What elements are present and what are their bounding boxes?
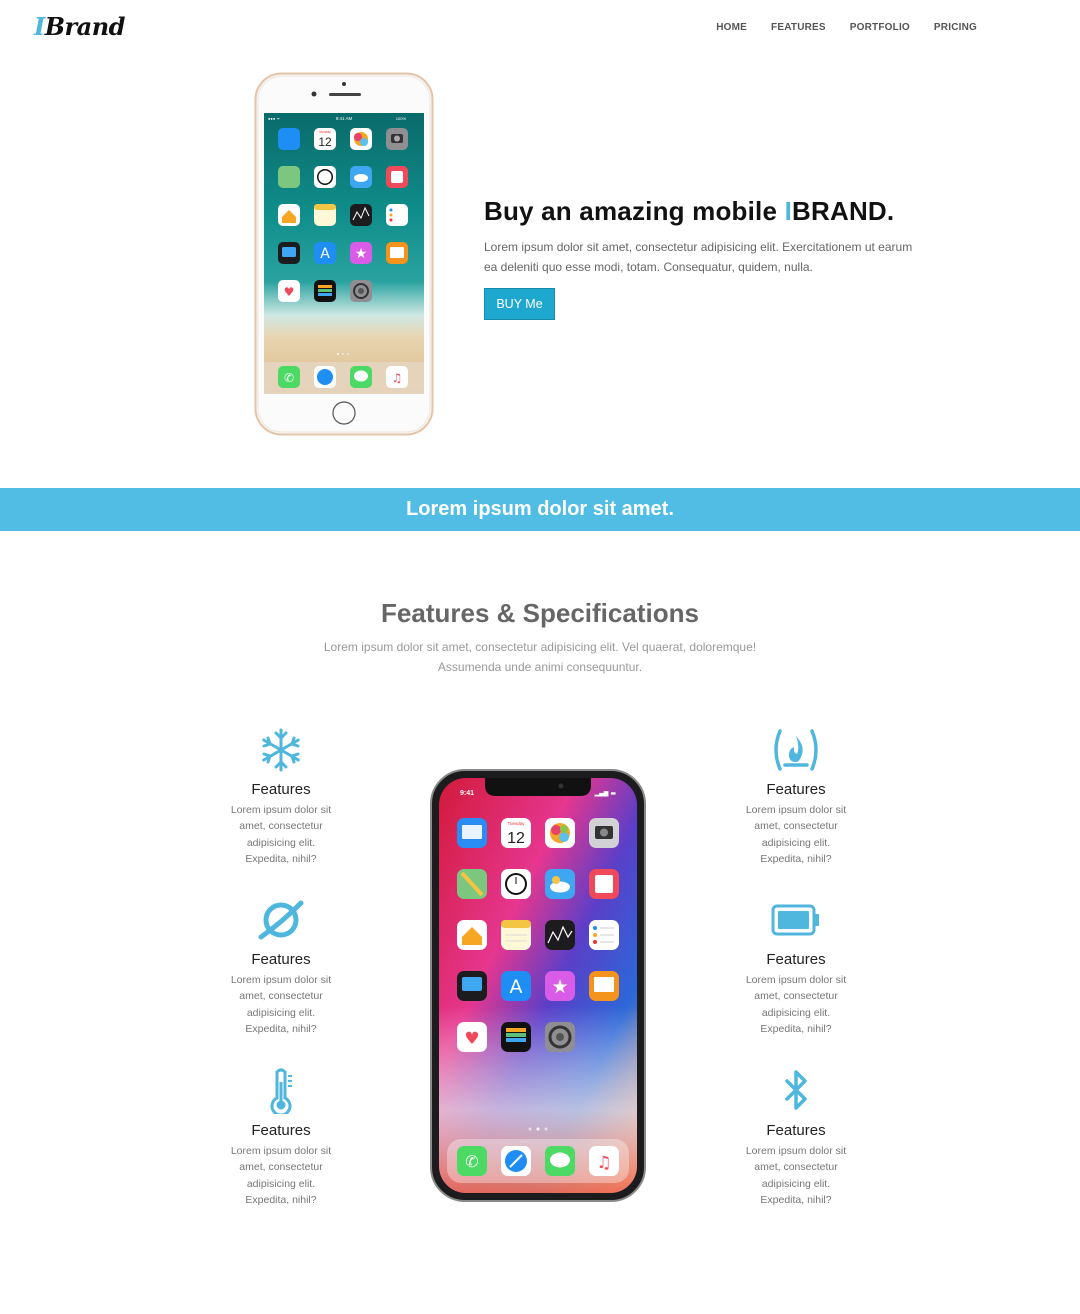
svg-text:♫: ♫ <box>392 371 403 385</box>
svg-text:●●● ᯤ: ●●● ᯤ <box>268 116 280 121</box>
feature-item: Features Lorem ipsum dolor sit amet, con… <box>726 1068 866 1208</box>
features-title: Features & Specifications <box>381 598 699 628</box>
features-subtitle: Lorem ipsum dolor sit amet, consectetur … <box>323 640 757 674</box>
svg-text:Tuesday: Tuesday <box>507 821 525 826</box>
feature-name: Features <box>766 1122 826 1139</box>
banner-text: Lorem ipsum dolor sit amet. <box>406 498 674 520</box>
navbar: IBrand HOME FEATURES PORTFOLIO PRICING <box>0 0 1080 58</box>
svg-text:100%: 100% <box>396 116 407 121</box>
hero-title-accent: I <box>784 196 793 226</box>
battery-full-icon <box>771 904 819 936</box>
svg-text:♫: ♫ <box>596 1153 611 1173</box>
feature-name: Features <box>251 781 311 798</box>
feature-description: Lorem ipsum dolor sit amet, consectetur … <box>745 974 847 1035</box>
feature-item: Features Lorem ipsum dolor sit amet, con… <box>726 727 866 867</box>
brand-logo[interactable]: IBrand <box>34 12 125 41</box>
nav-link-features[interactable]: FEATURES <box>771 22 826 33</box>
svg-text:★: ★ <box>355 246 368 262</box>
hero-phone-image: ●●● ᯤ 9:41 AM 100% Monday 12 A ★ ♥ ✆ ♫ <box>254 72 434 436</box>
announcement-banner: Lorem ipsum dolor sit amet. <box>0 488 1080 531</box>
feature-phone-image: 9:41 ▂▄▆ ▬ Tuesday 12 A ★ ♥ ✆ ♫ <box>430 769 646 1202</box>
svg-text:✆: ✆ <box>284 371 294 385</box>
hero-description: Lorem ipsum dolor sit amet, consectetur … <box>484 240 913 274</box>
feature-description: Lorem ipsum dolor sit amet, consectetur … <box>745 1145 847 1206</box>
hero-title: Buy an amazing mobile IBRAND. <box>484 196 914 227</box>
thermometer-icon <box>270 1068 292 1114</box>
feature-name: Features <box>251 951 311 968</box>
feature-name: Features <box>766 781 826 798</box>
svg-text:Monday: Monday <box>319 130 331 134</box>
buy-me-button[interactable]: BUY Me <box>484 288 555 320</box>
hero-title-brand: BRAND. <box>792 196 895 226</box>
hero-text-block: Buy an amazing mobile IBRAND. Lorem ipsu… <box>484 196 914 320</box>
fire-icon <box>774 729 818 771</box>
feature-description: Lorem ipsum dolor sit amet, consectetur … <box>230 974 332 1035</box>
svg-text:♥: ♥ <box>464 1029 479 1049</box>
svg-text:▂▄▆ ▬: ▂▄▆ ▬ <box>594 790 617 797</box>
nav-link-portfolio[interactable]: PORTFOLIO <box>850 22 910 33</box>
nav-link-pricing[interactable]: PRICING <box>934 22 977 33</box>
feature-name: Features <box>766 951 826 968</box>
feature-item: Features Lorem ipsum dolor sit amet, con… <box>726 897 866 1037</box>
feature-description: Lorem ipsum dolor sit amet, consectetur … <box>745 804 847 865</box>
planet-ring-icon <box>258 900 304 940</box>
svg-text:♥: ♥ <box>284 285 295 299</box>
logo-prefix: I <box>34 12 45 41</box>
nav-links: HOME FEATURES PORTFOLIO PRICING <box>716 22 977 33</box>
svg-text:12: 12 <box>318 135 332 149</box>
feature-name: Features <box>251 1122 311 1139</box>
svg-text:★: ★ <box>551 976 568 998</box>
svg-text:A: A <box>510 976 523 998</box>
svg-text:9:41: 9:41 <box>460 790 474 797</box>
svg-text:12: 12 <box>507 830 525 847</box>
svg-text:✆: ✆ <box>465 1152 478 1171</box>
logo-name: Brand <box>44 12 126 41</box>
bluetooth-icon <box>785 1070 807 1110</box>
feature-item: Features Lorem ipsum dolor sit amet, con… <box>211 727 351 867</box>
nav-link-home[interactable]: HOME <box>716 22 747 33</box>
svg-text:9:41 AM: 9:41 AM <box>336 116 353 121</box>
feature-description: Lorem ipsum dolor sit amet, consectetur … <box>230 1145 332 1206</box>
feature-description: Lorem ipsum dolor sit amet, consectetur … <box>230 804 332 865</box>
feature-item: Features Lorem ipsum dolor sit amet, con… <box>211 1068 351 1208</box>
snowflake-icon <box>262 728 300 772</box>
svg-text:A: A <box>320 246 330 262</box>
feature-item: Features Lorem ipsum dolor sit amet, con… <box>211 897 351 1037</box>
hero-title-text: Buy an amazing mobile <box>484 196 785 226</box>
